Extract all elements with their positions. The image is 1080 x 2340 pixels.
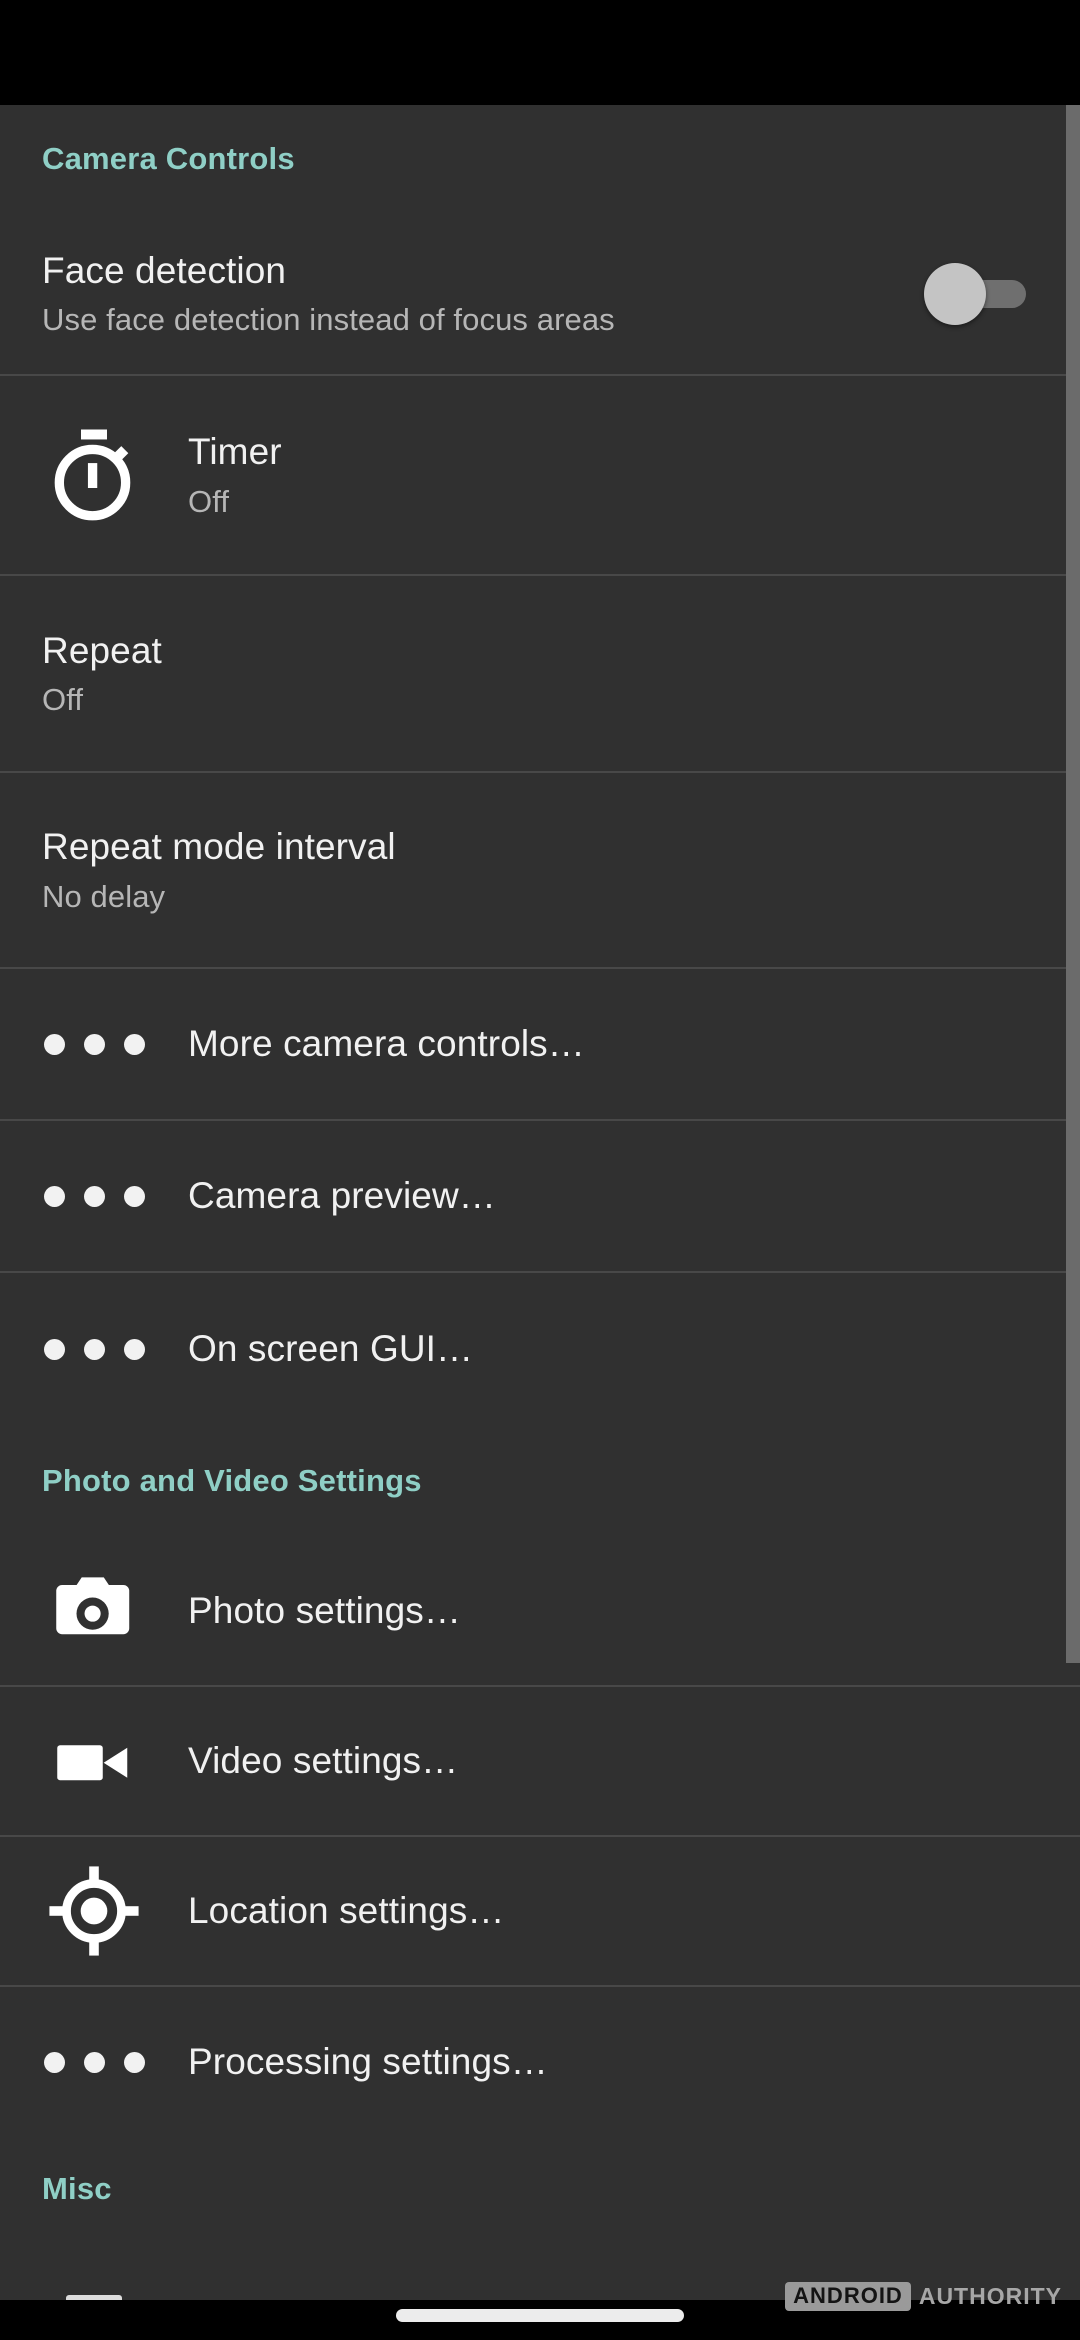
three-dots-icon <box>43 2051 145 2073</box>
more-camera-controls-icon-slot <box>0 969 188 1119</box>
status-bar <box>0 0 1080 105</box>
setting-row-repeat[interactable]: Repeat Off <box>0 576 1080 773</box>
section-header-misc: Misc <box>0 2137 1080 2241</box>
face-detection-title: Face detection <box>42 249 287 291</box>
repeat-interval-subtitle: No delay <box>42 878 166 914</box>
setting-row-camera-preview[interactable]: Camera preview… <box>0 1121 1080 1273</box>
section-header-camera-controls: Camera Controls <box>0 105 1080 213</box>
photo-settings-texts: Photo settings… <box>188 1589 1040 1633</box>
setting-row-video-settings[interactable]: Video settings… <box>0 1687 1080 1837</box>
section-header-photo-and-video: Photo and Video Settings <box>0 1425 1080 1537</box>
navigation-bar: ANDROID AUTHORITY <box>0 2282 1080 2340</box>
photo-settings-title: Photo settings… <box>188 1590 461 1632</box>
face-detection-subtitle: Use face detection instead of focus area… <box>42 302 615 338</box>
setting-row-face-detection[interactable]: Face detection Use face detection instea… <box>0 213 1080 376</box>
camera-preview-icon-slot <box>0 1121 188 1271</box>
face-detection-toggle[interactable] <box>924 262 1040 325</box>
on-screen-gui-title: On screen GUI… <box>188 1328 474 1370</box>
camera-preview-title: Camera preview… <box>188 1175 496 1217</box>
processing-settings-title: Processing settings… <box>188 2041 548 2083</box>
three-dots-icon <box>43 1338 145 1360</box>
timer-icon-slot <box>0 376 188 574</box>
section-header-label: Camera Controls <box>42 141 295 176</box>
stopwatch-icon <box>54 429 131 521</box>
watermark-brand-box: ANDROID <box>785 2282 911 2311</box>
setting-row-processing-settings[interactable]: Processing settings… <box>0 1987 1080 2137</box>
camera-icon <box>56 1577 130 1635</box>
setting-row-on-screen-gui[interactable]: On screen GUI… <box>0 1273 1080 1425</box>
setting-row-more-camera-controls[interactable]: More camera controls… <box>0 969 1080 1121</box>
on-screen-gui-icon-slot <box>0 1273 188 1425</box>
android-authority-watermark: ANDROID AUTHORITY <box>785 2282 1062 2311</box>
phone-screen: Camera Controls Face detection Use face … <box>0 0 1080 2340</box>
home-gesture-pill[interactable] <box>396 2309 684 2322</box>
location-settings-texts: Location settings… <box>188 1889 1040 1933</box>
three-dots-icon <box>43 1033 145 1055</box>
video-settings-title: Video settings… <box>188 1740 459 1782</box>
processing-settings-texts: Processing settings… <box>188 2040 1040 2084</box>
section-header-label: Photo and Video Settings <box>42 1463 422 1498</box>
video-settings-icon-slot <box>0 1687 188 1835</box>
location-crosshair-icon <box>49 1866 139 1956</box>
location-settings-title: Location settings… <box>188 1890 505 1932</box>
timer-title: Timer <box>188 431 282 473</box>
repeat-title: Repeat <box>42 629 162 671</box>
on-screen-gui-texts: On screen GUI… <box>188 1327 1040 1371</box>
three-dots-icon <box>43 1185 145 1207</box>
watermark-brand-text: AUTHORITY <box>918 2283 1062 2309</box>
photo-settings-icon-slot <box>0 1537 188 1685</box>
scrollbar-track[interactable] <box>1066 105 1080 2300</box>
repeat-texts: Repeat Off <box>42 629 1040 719</box>
section-header-label: Misc <box>42 2171 112 2206</box>
repeat-subtitle: Off <box>42 682 84 718</box>
settings-scroll-container[interactable]: Camera Controls Face detection Use face … <box>0 105 1080 2300</box>
camera-preview-texts: Camera preview… <box>188 1174 1040 1218</box>
more-camera-controls-texts: More camera controls… <box>188 1022 1040 1066</box>
clipped-icon <box>0 2241 188 2300</box>
timer-subtitle: Off <box>188 483 230 519</box>
face-detection-texts: Face detection Use face detection instea… <box>42 249 924 339</box>
setting-row-repeat-mode-interval[interactable]: Repeat mode interval No delay <box>0 773 1080 969</box>
video-camera-icon <box>57 1745 128 1781</box>
more-camera-controls-title: More camera controls… <box>188 1023 585 1065</box>
location-settings-icon-slot <box>0 1837 188 1985</box>
repeat-interval-texts: Repeat mode interval No delay <box>42 825 1040 915</box>
setting-row-timer[interactable]: Timer Off <box>0 376 1080 576</box>
scrollbar-thumb[interactable] <box>1066 105 1080 1663</box>
repeat-interval-title: Repeat mode interval <box>42 826 396 868</box>
toggle-thumb <box>924 262 986 325</box>
video-settings-texts: Video settings… <box>188 1739 1040 1783</box>
timer-texts: Timer Off <box>188 430 1040 520</box>
setting-row-location-settings[interactable]: Location settings… <box>0 1837 1080 1987</box>
setting-row-photo-settings[interactable]: Photo settings… <box>0 1537 1080 1687</box>
processing-settings-icon-slot <box>0 1987 188 2137</box>
